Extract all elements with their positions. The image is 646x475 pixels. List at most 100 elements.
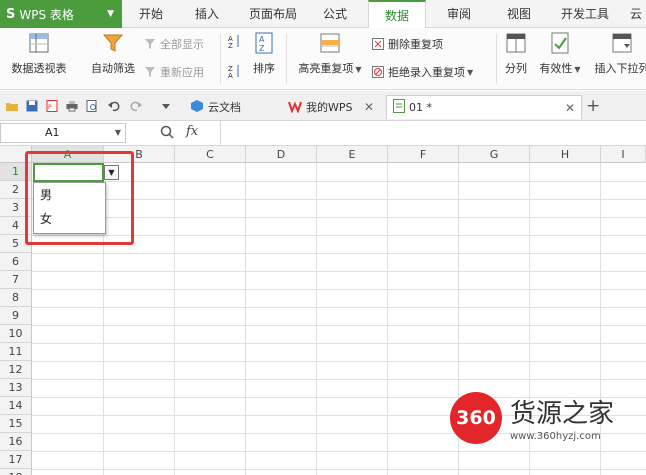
customize-toolbar-icon[interactable] <box>160 100 172 112</box>
split-column-icon <box>505 32 527 54</box>
row-header[interactable]: 16 <box>0 433 32 451</box>
close-icon[interactable]: ✕ <box>565 101 575 115</box>
pivot-table-icon <box>28 32 50 54</box>
chevron-down-icon[interactable]: ▼ <box>115 124 121 142</box>
row-header[interactable]: 10 <box>0 325 32 343</box>
gridline <box>32 307 646 308</box>
doc-tab-active[interactable]: 01 * ✕ <box>386 95 582 119</box>
divider <box>220 121 221 145</box>
svg-text:Z: Z <box>259 44 265 53</box>
gridline <box>387 163 388 475</box>
column-header-i[interactable]: I <box>601 146 646 163</box>
gridline <box>32 469 646 470</box>
svg-text:Z: Z <box>228 42 233 48</box>
print-icon[interactable] <box>66 100 78 112</box>
fx-icon[interactable]: fx <box>186 124 198 139</box>
tab-data[interactable]: 数据 <box>368 0 426 29</box>
highlight-duplicates-button[interactable]: 高亮重复项 ▼ <box>292 32 368 76</box>
gridline <box>316 163 317 475</box>
row-header[interactable]: 18 <box>0 469 32 475</box>
tab-cloud[interactable]: 云 <box>626 0 646 28</box>
formula-input[interactable] <box>226 123 640 143</box>
quick-access-bar: P 云文档 我的WPS ✕ 01 * ✕ + <box>0 91 646 121</box>
row-header[interactable]: 15 <box>0 415 32 433</box>
ribbon: 数据透视表 自动筛选 全部显示 重新应用 AZ ZA AZ 排序 高亮重复项 ▼ … <box>0 28 646 90</box>
row-header[interactable]: 6 <box>0 253 32 271</box>
close-icon[interactable]: ✕ <box>364 100 374 114</box>
redo-icon[interactable] <box>130 100 142 112</box>
column-header-c[interactable]: C <box>175 146 246 163</box>
gridline <box>32 271 646 272</box>
reject-duplicates-button[interactable]: 拒绝录入重复项 ▼ <box>372 64 473 80</box>
sort-descending-icon: ZA <box>228 64 240 80</box>
row-header[interactable]: 7 <box>0 271 32 289</box>
new-tab-plus-icon[interactable]: + <box>586 96 600 116</box>
zoom-search-icon[interactable] <box>160 125 174 142</box>
column-header-f[interactable]: F <box>388 146 459 163</box>
show-all-label: 全部显示 <box>160 38 204 51</box>
show-all-button[interactable]: 全部显示 <box>144 36 204 52</box>
print-preview-icon[interactable] <box>86 100 98 112</box>
watermark-url: www.360hyzj.com <box>510 431 601 442</box>
wps-icon <box>288 99 302 116</box>
reject-duplicates-label: 拒绝录入重复项 <box>388 66 465 79</box>
doc-tab-label: 01 * <box>409 101 432 114</box>
doc-tab-label: 云文档 <box>208 101 241 114</box>
app-menu-button[interactable]: S WPS 表格 ▼ <box>0 0 122 28</box>
save-icon[interactable] <box>26 100 38 112</box>
sort-desc-button[interactable]: ZA <box>228 64 244 80</box>
sort-asc-button[interactable]: AZ <box>228 34 244 50</box>
svg-text:A: A <box>259 35 265 44</box>
row-header[interactable]: 8 <box>0 289 32 307</box>
doc-tab-mywps[interactable]: 我的WPS ✕ <box>284 95 380 119</box>
insert-dropdown-button[interactable]: 插入下拉列 <box>590 32 646 76</box>
highlight-duplicates-icon <box>319 32 341 54</box>
export-pdf-icon[interactable]: P <box>46 100 58 112</box>
sort-label: 排序 <box>253 62 275 75</box>
tab-formulas[interactable]: 公式 <box>312 0 358 28</box>
tab-home[interactable]: 开始 <box>128 0 174 28</box>
sort-button[interactable]: AZ 排序 <box>248 32 280 76</box>
tab-insert[interactable]: 插入 <box>184 0 230 28</box>
autofilter-button[interactable]: 自动筛选 <box>86 32 140 76</box>
column-header-h[interactable]: H <box>530 146 601 163</box>
column-header-d[interactable]: D <box>246 146 317 163</box>
pivot-table-button[interactable]: 数据透视表 <box>6 32 72 76</box>
reapply-label: 重新应用 <box>160 66 204 79</box>
validity-button[interactable]: 有效性 ▼ <box>536 32 584 76</box>
remove-duplicates-icon <box>372 38 384 50</box>
column-header-g[interactable]: G <box>459 146 530 163</box>
svg-text:A: A <box>228 72 233 78</box>
divider <box>220 34 221 84</box>
gridline <box>32 253 646 254</box>
row-header[interactable]: 12 <box>0 361 32 379</box>
row-header[interactable]: 11 <box>0 343 32 361</box>
tab-review[interactable]: 审阅 <box>436 0 482 28</box>
watermark-title: 货源之家 <box>510 399 615 429</box>
split-column-button[interactable]: 分列 <box>500 32 532 76</box>
remove-duplicates-label: 删除重复项 <box>388 38 443 51</box>
menu-bar: S WPS 表格 ▼ 开始 插入 页面布局 公式 数据 审阅 视图 开发工具 云 <box>0 0 646 29</box>
tab-view[interactable]: 视图 <box>496 0 542 28</box>
doc-tab-cloud[interactable]: 云文档 <box>186 95 270 119</box>
remove-duplicates-button[interactable]: 删除重复项 <box>372 36 443 52</box>
autofilter-label: 自动筛选 <box>91 62 135 75</box>
row-header[interactable]: 9 <box>0 307 32 325</box>
cloud-doc-icon <box>190 99 204 116</box>
folder-icon[interactable] <box>6 100 18 112</box>
name-box[interactable]: A1 ▼ <box>0 123 126 143</box>
row-header[interactable]: 14 <box>0 397 32 415</box>
sort-icon: AZ <box>253 32 275 54</box>
reapply-button[interactable]: 重新应用 <box>144 64 204 80</box>
gridline <box>32 343 646 344</box>
gridline <box>32 379 646 380</box>
row-header[interactable]: 17 <box>0 451 32 469</box>
reject-duplicates-icon <box>372 66 384 78</box>
row-header[interactable]: 13 <box>0 379 32 397</box>
validity-label: 有效性 <box>539 62 573 75</box>
tab-developer[interactable]: 开发工具 <box>552 0 618 28</box>
watermark-badge: 360 <box>450 392 502 444</box>
tab-page-layout[interactable]: 页面布局 <box>240 0 306 28</box>
column-header-e[interactable]: E <box>317 146 388 163</box>
undo-icon[interactable] <box>108 100 120 112</box>
